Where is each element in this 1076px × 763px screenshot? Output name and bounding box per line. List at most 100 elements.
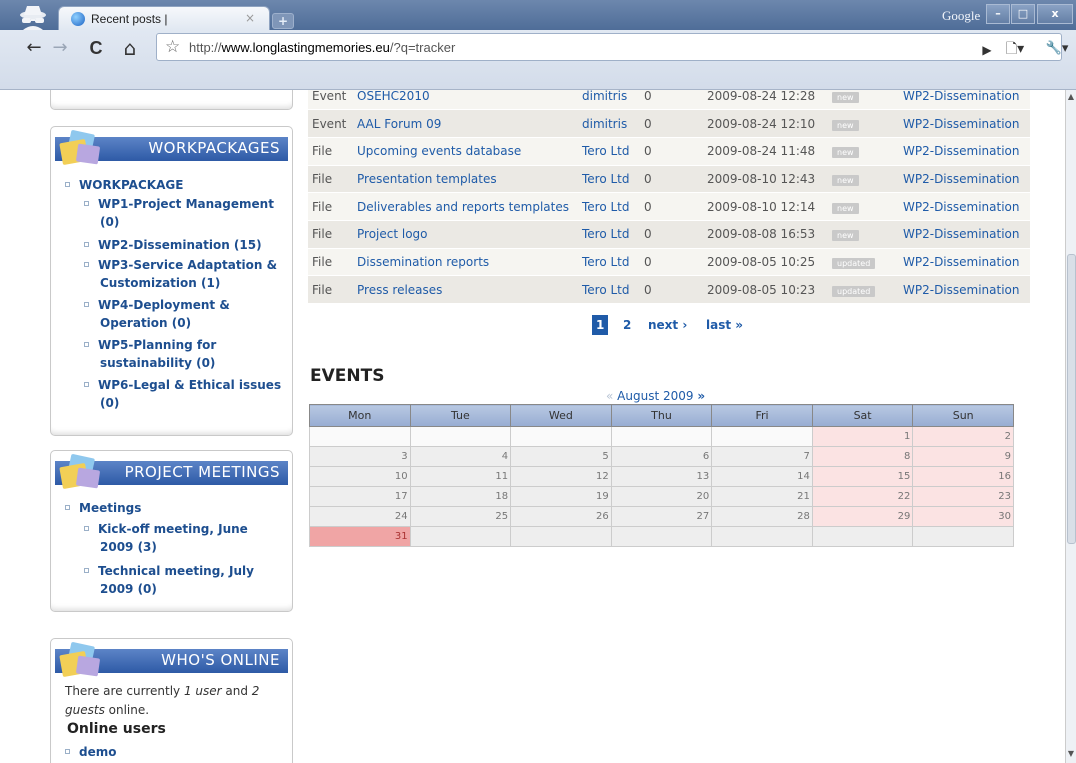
author-link[interactable]: dimitris bbox=[582, 117, 627, 131]
author-link[interactable]: Tero Ltd bbox=[582, 200, 630, 214]
calendar-day-cell[interactable]: 8 bbox=[811, 446, 914, 467]
close-window-button[interactable]: x bbox=[1037, 4, 1073, 24]
url-text[interactable]: http://www.longlastingmemories.eu/?q=tra… bbox=[189, 40, 455, 55]
post-type: File bbox=[312, 199, 333, 214]
tree-item-wp5[interactable]: WP5-Planning for sustainability (0) bbox=[84, 336, 216, 372]
tools-menu-button[interactable]: 🔧▾ bbox=[1040, 37, 1074, 61]
group-link[interactable]: WP2-Dissemination bbox=[903, 283, 1020, 297]
tree-root-meetings[interactable]: Meetings bbox=[65, 499, 141, 517]
pager-last[interactable]: last » bbox=[706, 315, 743, 335]
calendar-day-cell[interactable]: 24 bbox=[309, 506, 411, 527]
tree-item-wp4[interactable]: WP4-Deployment & Operation (0) bbox=[84, 296, 230, 332]
author-link[interactable]: Tero Ltd bbox=[582, 227, 630, 241]
vertical-scrollbar[interactable]: ▲ ▼ bbox=[1065, 90, 1076, 763]
calendar-day-cell[interactable]: 1 bbox=[811, 426, 914, 447]
calendar-day-cell[interactable]: 23 bbox=[912, 486, 1014, 507]
post-title-link[interactable]: OSEHC2010 bbox=[357, 90, 430, 103]
pager-page-2[interactable]: 2 bbox=[623, 315, 631, 335]
post-title-link[interactable]: Presentation templates bbox=[357, 172, 497, 186]
prev-month-arrow[interactable]: « bbox=[606, 389, 613, 403]
last-updated: 2009-08-08 16:53 bbox=[707, 227, 816, 242]
bookmark-star-icon[interactable]: ☆ bbox=[165, 37, 180, 57]
calendar-day-cell[interactable]: 29 bbox=[811, 506, 914, 527]
author-link[interactable]: Tero Ltd bbox=[582, 255, 630, 269]
calendar-day-cell[interactable]: 2 bbox=[912, 426, 1014, 447]
calendar-empty-cell bbox=[510, 526, 612, 547]
calendar-day-cell[interactable]: 19 bbox=[510, 486, 612, 507]
tree-item-wp6[interactable]: WP6-Legal & Ethical issues (0) bbox=[84, 376, 281, 412]
calendar-day-cell[interactable]: 16 bbox=[912, 466, 1014, 487]
tree-item-wp1[interactable]: WP1-Project Management (0) bbox=[84, 195, 274, 231]
calendar-day-cell[interactable]: 18 bbox=[409, 486, 512, 507]
calendar-empty-cell bbox=[510, 426, 612, 447]
calendar-day-cell[interactable]: 15 bbox=[811, 466, 914, 487]
group-link[interactable]: WP2-Dissemination bbox=[903, 172, 1020, 186]
calendar-day-cell[interactable]: 6 bbox=[610, 446, 713, 467]
maximize-button[interactable]: □ bbox=[1011, 4, 1035, 24]
calendar-day-cell[interactable]: 11 bbox=[409, 466, 512, 487]
group-link[interactable]: WP2-Dissemination bbox=[903, 90, 1020, 103]
page-menu-button[interactable]: 🗋▾ bbox=[1000, 37, 1030, 61]
post-title-link[interactable]: Deliverables and reports templates bbox=[357, 200, 569, 214]
group-link[interactable]: WP2-Dissemination bbox=[903, 117, 1020, 131]
tab-close-icon[interactable]: × bbox=[245, 11, 255, 25]
group-link[interactable]: WP2-Dissemination bbox=[903, 144, 1020, 158]
forward-button[interactable]: → bbox=[48, 36, 72, 60]
tracker-cell-mark: updated bbox=[832, 248, 903, 277]
calendar-day-cell[interactable]: 5 bbox=[510, 446, 612, 467]
online-user-link[interactable]: demo bbox=[65, 743, 116, 761]
calendar-week-row: 3456789 bbox=[309, 446, 1014, 467]
calendar-day-cell[interactable]: 22 bbox=[811, 486, 914, 507]
calendar-day-cell[interactable]: 13 bbox=[610, 466, 713, 487]
minimize-button[interactable]: – bbox=[986, 4, 1010, 24]
post-title-link[interactable]: AAL Forum 09 bbox=[357, 117, 441, 131]
scrollbar-thumb[interactable] bbox=[1067, 254, 1076, 544]
calendar-day-cell[interactable]: 12 bbox=[510, 466, 612, 487]
calendar-day-cell[interactable]: 21 bbox=[711, 486, 813, 507]
calendar-day-cell[interactable]: 14 bbox=[711, 466, 813, 487]
post-title-link[interactable]: Dissemination reports bbox=[357, 255, 489, 269]
calendar-day-cell[interactable]: 30 bbox=[912, 506, 1014, 527]
address-bar[interactable]: ☆ http://www.longlastingmemories.eu/?q=t… bbox=[156, 33, 1062, 61]
scroll-down-arrow[interactable]: ▼ bbox=[1066, 749, 1076, 761]
scroll-up-arrow[interactable]: ▲ bbox=[1066, 92, 1076, 104]
author-link[interactable]: dimitris bbox=[582, 90, 627, 103]
group-link[interactable]: WP2-Dissemination bbox=[903, 227, 1020, 241]
post-title-link[interactable]: Project logo bbox=[357, 227, 428, 241]
calendar-day-cell[interactable]: 31 bbox=[309, 526, 411, 547]
calendar-day-cell[interactable]: 7 bbox=[711, 446, 813, 467]
home-button[interactable]: ⌂ bbox=[118, 36, 142, 60]
back-button[interactable]: ← bbox=[22, 36, 46, 60]
pager-next[interactable]: next › bbox=[648, 315, 687, 335]
post-title-link[interactable]: Upcoming events database bbox=[357, 144, 521, 158]
author-link[interactable]: Tero Ltd bbox=[582, 144, 630, 158]
tree-item-wp2[interactable]: WP2-Dissemination (15) bbox=[84, 236, 262, 254]
calendar-day-cell[interactable]: 10 bbox=[309, 466, 411, 487]
group-link[interactable]: WP2-Dissemination bbox=[903, 200, 1020, 214]
calendar-day-cell[interactable]: 3 bbox=[309, 446, 411, 467]
author-link[interactable]: Tero Ltd bbox=[582, 172, 630, 186]
tab-recent-posts[interactable]: Recent posts | × bbox=[58, 6, 270, 32]
calendar-day-cell[interactable]: 25 bbox=[409, 506, 512, 527]
post-title-link[interactable]: Press releases bbox=[357, 283, 442, 297]
reload-button[interactable]: C bbox=[84, 36, 108, 60]
calendar-day-cell[interactable]: 9 bbox=[912, 446, 1014, 467]
calendar-day-cell[interactable]: 26 bbox=[510, 506, 612, 527]
tree-item-wp3[interactable]: WP3-Service Adaptation & Customization (1… bbox=[84, 256, 277, 292]
tree-root-workpackage[interactable]: WORKPACKAGE bbox=[65, 176, 183, 194]
tracker-row: File Dissemination reports Tero Ltd 0 2009-0… bbox=[308, 248, 1030, 277]
new-tab-button[interactable]: + bbox=[272, 13, 294, 29]
group-link[interactable]: WP2-Dissemination bbox=[903, 255, 1020, 269]
tracker-cell-author: Tero Ltd bbox=[582, 275, 644, 304]
calendar-day-cell[interactable]: 17 bbox=[309, 486, 411, 507]
calendar-day-cell[interactable]: 20 bbox=[610, 486, 713, 507]
tree-item-technical-meeting[interactable]: Technical meeting, July 2009 (0) bbox=[84, 562, 254, 598]
calendar-day-cell[interactable]: 27 bbox=[610, 506, 713, 527]
go-button[interactable]: ▶ bbox=[975, 38, 999, 62]
calendar-day-cell[interactable]: 28 bbox=[711, 506, 813, 527]
author-link[interactable]: Tero Ltd bbox=[582, 283, 630, 297]
tree-item-kickoff-meeting[interactable]: Kick-off meeting, June 2009 (3) bbox=[84, 520, 248, 556]
calendar-day-cell[interactable]: 4 bbox=[409, 446, 512, 467]
incognito-icon bbox=[20, 6, 46, 30]
next-month-arrow[interactable]: » bbox=[697, 389, 705, 403]
